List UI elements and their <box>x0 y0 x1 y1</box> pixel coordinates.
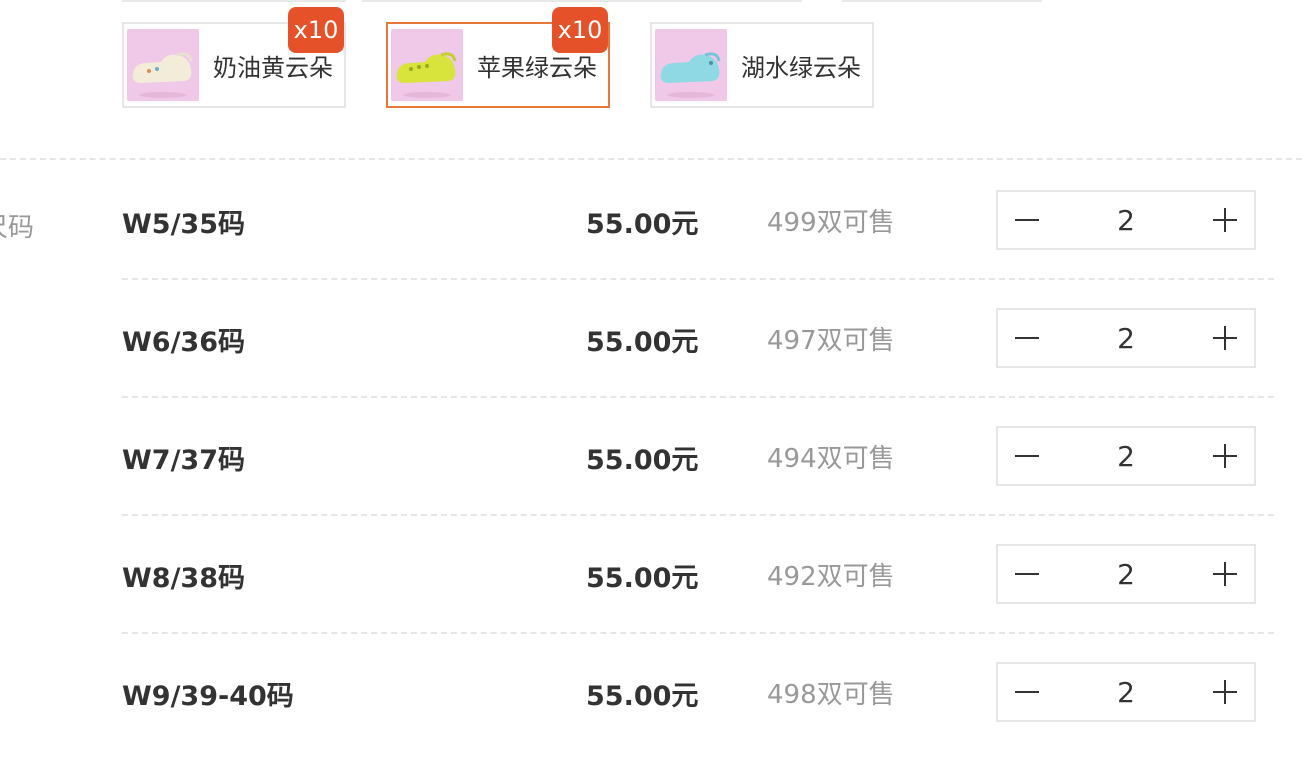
size-price: 55.00元 <box>586 209 699 240</box>
quantity-stepper: 2 <box>996 308 1256 368</box>
quantity-badge: x10 <box>288 7 344 53</box>
size-row: W6/36码 55.00元 497双可售 2 <box>122 280 1274 398</box>
size-price: 55.00元 <box>586 563 699 594</box>
decrease-button[interactable] <box>998 310 1056 366</box>
stock-count: 494双可售 <box>767 444 895 474</box>
quantity-badge: x10 <box>552 7 608 53</box>
increase-button[interactable] <box>1196 546 1254 602</box>
increase-button[interactable] <box>1196 664 1254 720</box>
quantity-stepper: 2 <box>996 426 1256 486</box>
decrease-button[interactable] <box>998 428 1056 484</box>
quantity-input[interactable]: 2 <box>1056 322 1196 355</box>
size-row: W9/39-40码 55.00元 498双可售 2 <box>122 634 1274 750</box>
color-option-apple-green[interactable]: 苹果绿云朵 x10 <box>386 7 610 108</box>
decrease-button[interactable] <box>998 664 1056 720</box>
minus-icon <box>1015 691 1039 693</box>
size-list: W5/35码 55.00元 499双可售 2 W6/36码 55.00元 497… <box>122 162 1274 750</box>
stock-count: 497双可售 <box>767 326 895 356</box>
size-price: 55.00元 <box>586 445 699 476</box>
minus-icon <box>1015 219 1039 221</box>
stock-count: 498双可售 <box>767 680 895 710</box>
quantity-input[interactable]: 2 <box>1056 676 1196 709</box>
color-option-cream-yellow[interactable]: 奶油黄云朵 x10 <box>122 7 346 108</box>
color-option-label: 湖水绿云朵 <box>741 53 861 82</box>
size-row: W7/37码 55.00元 494双可售 2 <box>122 398 1274 516</box>
decrease-button[interactable] <box>998 192 1056 248</box>
previous-row-edge-1 <box>122 0 346 2</box>
stock-count: 492双可售 <box>767 562 895 592</box>
quantity-input[interactable]: 2 <box>1056 204 1196 237</box>
size-name: W6/36码 <box>122 327 246 358</box>
plus-icon <box>1213 562 1237 586</box>
size-row: W5/35码 55.00元 499双可售 2 <box>122 162 1274 280</box>
color-option-lake-green[interactable]: 湖水绿云朵 <box>650 22 874 108</box>
shoe-thumbnail <box>391 29 463 101</box>
size-name: W5/35码 <box>122 209 246 240</box>
plus-icon <box>1213 680 1237 704</box>
previous-row-edge-2 <box>362 0 802 2</box>
shoe-thumbnail <box>655 29 727 101</box>
quantity-stepper: 2 <box>996 662 1256 722</box>
size-name: W9/39-40码 <box>122 681 294 712</box>
minus-icon <box>1015 455 1039 457</box>
quantity-input[interactable]: 2 <box>1056 440 1196 473</box>
size-price: 55.00元 <box>586 681 699 712</box>
minus-icon <box>1015 337 1039 339</box>
increase-button[interactable] <box>1196 192 1254 248</box>
plus-icon <box>1213 444 1237 468</box>
increase-button[interactable] <box>1196 310 1254 366</box>
plus-icon <box>1213 208 1237 232</box>
section-divider <box>0 158 1302 160</box>
size-name: W7/37码 <box>122 445 246 476</box>
size-price: 55.00元 <box>586 327 699 358</box>
size-row: W8/38码 55.00元 492双可售 2 <box>122 516 1274 634</box>
color-options: 奶油黄云朵 x10 苹果绿云朵 x10 湖水绿云朵 <box>122 7 874 108</box>
minus-icon <box>1015 573 1039 575</box>
shoe-thumbnail <box>127 29 199 101</box>
quantity-stepper: 2 <box>996 190 1256 250</box>
plus-icon <box>1213 326 1237 350</box>
decrease-button[interactable] <box>998 546 1056 602</box>
stock-count: 499双可售 <box>767 208 895 238</box>
quantity-input[interactable]: 2 <box>1056 558 1196 591</box>
quantity-stepper: 2 <box>996 544 1256 604</box>
increase-button[interactable] <box>1196 428 1254 484</box>
size-section-label: 尺码 <box>0 213 35 243</box>
previous-row-edge-3 <box>842 0 1042 2</box>
size-name: W8/38码 <box>122 563 246 594</box>
